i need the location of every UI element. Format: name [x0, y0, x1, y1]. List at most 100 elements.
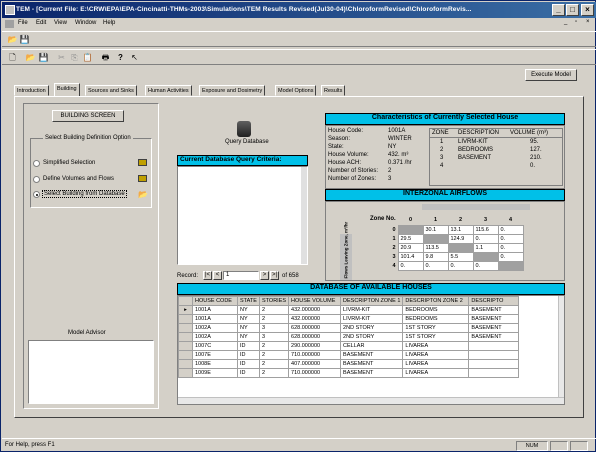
row-selector[interactable]	[178, 368, 193, 378]
option-simplified-label[interactable]: Simplified Selection	[43, 160, 95, 166]
database-column-header[interactable]: DESCRIPTON ZONE 2	[402, 296, 470, 306]
table-row[interactable]: 1001A NY 2 432.000000 LIVRM-KIT BEDROOMS BASEM…	[178, 314, 520, 324]
table-cell[interactable]: 1009E	[192, 368, 238, 378]
document-icon[interactable]	[5, 20, 14, 28]
table-cell[interactable]: 1ST STORY	[402, 332, 470, 342]
context-help-icon[interactable]: ↖	[129, 52, 140, 63]
mdi-restore-icon[interactable]: ▫	[575, 19, 577, 25]
record-number-field[interactable]: 1	[223, 271, 259, 280]
table-cell[interactable]: BASEMENT	[468, 314, 520, 324]
table-cell[interactable]: BASEMENT	[468, 332, 520, 342]
table-cell[interactable]: BASEMENT	[468, 323, 520, 333]
table-cell[interactable]: 1007E	[192, 350, 238, 360]
table-cell[interactable]: 3	[258, 323, 290, 333]
table-cell[interactable]: NY	[237, 332, 260, 342]
tab-human-activities[interactable]: Human Activities	[145, 85, 192, 96]
table-cell[interactable]: BEDROOMS	[402, 305, 470, 315]
table-cell[interactable]: 1007C	[192, 341, 238, 351]
simplified-icon[interactable]	[138, 159, 147, 166]
airflow-cell[interactable]: 5.5	[447, 251, 474, 262]
tab-building[interactable]: Building	[54, 83, 80, 96]
option-database-radio[interactable]	[33, 191, 40, 198]
menu-edit[interactable]: Edit	[36, 20, 46, 26]
maximize-button[interactable]: □	[566, 4, 579, 16]
database-column-header[interactable]: STORIES	[258, 296, 290, 306]
table-cell[interactable]: 628.000000	[288, 332, 342, 342]
table-cell[interactable]: 710.000000	[288, 350, 342, 360]
airflow-cell[interactable]: 20.9	[397, 242, 424, 253]
airflow-cell[interactable]: 0.	[422, 260, 449, 271]
table-cell[interactable]	[468, 359, 520, 369]
table-cell[interactable]: 407.000000	[288, 359, 342, 369]
save-icon[interactable]: 💾	[19, 34, 30, 45]
menu-help[interactable]: Help	[103, 20, 115, 26]
database-column-header[interactable]: STATE	[237, 296, 260, 306]
table-cell[interactable]: ID	[237, 350, 260, 360]
table-cell[interactable]: CELLAR	[340, 341, 404, 351]
row-selector[interactable]	[178, 341, 193, 351]
paste-icon[interactable]: 📋	[82, 52, 93, 63]
airflow-cell[interactable]: 101.4	[397, 251, 424, 262]
db-vertical-scrollbar[interactable]	[558, 296, 564, 397]
airflow-cell[interactable]: 0.	[497, 251, 524, 262]
database-column-header[interactable]: DESCRIPTO	[468, 296, 520, 306]
table-cell[interactable]: 2ND STORY	[340, 323, 404, 333]
mdi-close-icon[interactable]: ×	[586, 19, 590, 25]
airflow-cell[interactable]: 29.5	[397, 233, 424, 244]
database-icon[interactable]	[237, 121, 251, 137]
menu-window[interactable]: Window	[75, 20, 96, 26]
airflow-cell[interactable]: 13.1	[447, 224, 474, 235]
table-row[interactable]: 1009E ID 2 710.000000 BASEMENT LIVAREA	[178, 368, 520, 378]
table-cell[interactable]: LIVAREA	[402, 359, 470, 369]
row-selector[interactable]	[178, 350, 193, 360]
table-row[interactable]: 1007E ID 2 710.000000 BASEMENT LIVAREA	[178, 350, 520, 360]
open-folder-icon[interactable]: 📂	[138, 190, 148, 199]
airflow-cell[interactable]: 0.	[497, 224, 524, 235]
table-cell[interactable]: BEDROOMS	[402, 314, 470, 324]
save-icon[interactable]: 💾	[38, 52, 49, 63]
table-cell[interactable]: BASEMENT	[340, 350, 404, 360]
database-column-header[interactable]: HOUSE VOLUME	[288, 296, 342, 306]
table-cell[interactable]: BASEMENT	[340, 359, 404, 369]
minimize-button[interactable]: _	[552, 4, 565, 16]
table-cell[interactable]: 3	[258, 332, 290, 342]
airflow-cell[interactable]: 0.	[497, 233, 524, 244]
table-cell[interactable]: NY	[237, 305, 260, 315]
airflow-cell[interactable]: 0.	[497, 242, 524, 253]
menu-file[interactable]: File	[18, 20, 28, 26]
table-cell[interactable]: 290.000000	[288, 341, 342, 351]
airflow-cell[interactable]: 9.8	[422, 251, 449, 262]
option-database-label[interactable]: Select Building from Database	[42, 190, 127, 198]
table-cell[interactable]: LIVRM-KIT	[340, 305, 404, 315]
table-cell[interactable]: 2ND STORY	[340, 332, 404, 342]
db-horizontal-scrollbar[interactable]	[178, 397, 564, 404]
table-cell[interactable]: 1001A	[192, 305, 238, 315]
table-cell[interactable]: LIVAREA	[402, 350, 470, 360]
table-row[interactable]: 1002A NY 3 628.000000 2ND STORY 1ST STORY BASE…	[178, 332, 520, 342]
mdi-minimize-icon[interactable]: _	[564, 19, 567, 25]
table-cell[interactable]: 2	[258, 368, 290, 378]
table-cell[interactable]	[468, 341, 520, 351]
table-cell[interactable]: 2	[258, 341, 290, 351]
first-record-button[interactable]: |<	[203, 271, 212, 280]
table-cell[interactable]: 1002A	[192, 332, 238, 342]
new-file-icon[interactable]: 🗋	[7, 52, 18, 63]
row-selector[interactable]	[178, 332, 193, 342]
table-row[interactable]: 1008E ID 2 407.000000 BASEMENT LIVAREA	[178, 359, 520, 369]
database-column-header[interactable]: DESCRIPTON ZONE 1	[340, 296, 404, 306]
criteria-scrollbar[interactable]	[301, 167, 307, 264]
database-column-header[interactable]: HOUSE CODE	[192, 296, 238, 306]
table-cell[interactable]: 432.000000	[288, 314, 342, 324]
table-cell[interactable]: 1002A	[192, 323, 238, 333]
table-cell[interactable]: 2	[258, 350, 290, 360]
print-icon[interactable]: 🖶	[100, 52, 111, 63]
option-simplified-radio[interactable]	[33, 160, 40, 167]
cut-icon[interactable]: ✂	[56, 52, 67, 63]
table-cell[interactable]: 1001A	[192, 314, 238, 324]
execute-model-button[interactable]: Execute Model	[525, 69, 577, 81]
table-cell[interactable]: 432.000000	[288, 305, 342, 315]
table-cell[interactable]: NY	[237, 323, 260, 333]
table-cell[interactable]: BASEMENT	[468, 305, 520, 315]
table-cell[interactable]: ID	[237, 359, 260, 369]
current-row-pointer-icon[interactable]: ▸	[178, 305, 193, 315]
